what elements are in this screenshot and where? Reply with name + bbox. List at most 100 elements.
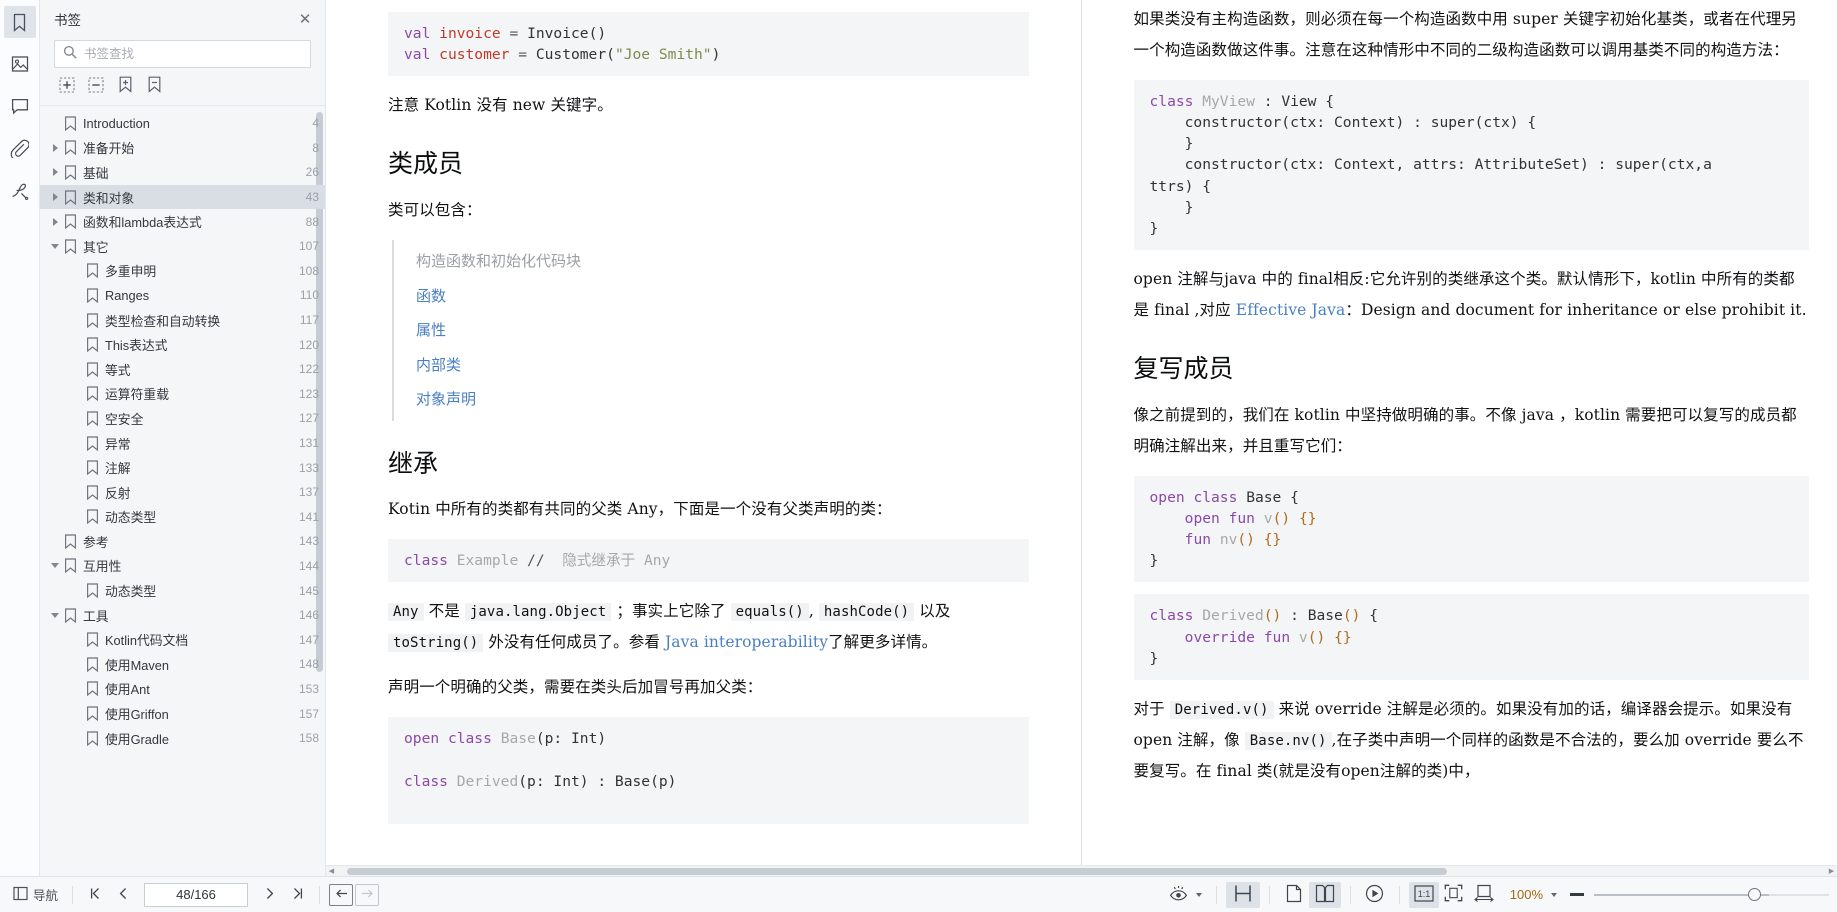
bookmark-item[interactable]: Kotlin代码文档 147 xyxy=(40,627,325,652)
view-mode-button[interactable] xyxy=(1164,882,1207,908)
bookmark-icon xyxy=(84,706,100,722)
add-bookmark-button[interactable] xyxy=(112,76,138,98)
rail-comments-button[interactable] xyxy=(4,90,36,122)
search-input[interactable] xyxy=(84,47,302,61)
para-override-required: 对于 Derived.v() 来说 override 注解是必须的。如果没有加的… xyxy=(1134,694,1810,787)
bookmark-item[interactable]: 其它 107 xyxy=(40,234,325,259)
bookmark-item[interactable]: 动态类型 145 xyxy=(40,578,325,603)
hscroll-thumb[interactable] xyxy=(347,867,1447,875)
bookmark-label: 其它 xyxy=(83,239,109,255)
page-number-input[interactable]: 48/166 xyxy=(144,882,249,907)
page-nav-group: 48/166 xyxy=(82,882,310,908)
actual-size-button[interactable]: 1:1 xyxy=(1408,881,1439,908)
bookmark-item[interactable]: 函数和lambda表达式 88 xyxy=(40,209,325,234)
bookmark-icon xyxy=(84,288,100,303)
scroll-mode-button[interactable] xyxy=(1225,881,1260,908)
fit-page-button[interactable] xyxy=(1439,882,1469,908)
para-declare-superclass: 声明一个明确的父类，需要在类头后加冒号再加父类： xyxy=(388,678,763,697)
rail-bookmarks-button[interactable] xyxy=(3,6,36,38)
class-member-link[interactable]: 属性 xyxy=(416,313,1029,348)
rail-thumbnails-button[interactable] xyxy=(4,48,36,80)
collapse-all-button[interactable] xyxy=(83,76,109,98)
bookmark-item[interactable]: 互用性 144 xyxy=(40,554,325,579)
zoom-out-icon[interactable] xyxy=(1570,893,1584,896)
separator-5 xyxy=(1349,885,1351,904)
bookmark-page-number: 122 xyxy=(298,362,319,377)
class-member-link[interactable]: 内部类 xyxy=(416,348,1029,383)
collapse-all-icon xyxy=(88,76,104,98)
main-band: 书签 ✕ 书签查找 Introduction 4 准备开始 8 基础 26 类和… xyxy=(0,0,1837,876)
bookmark-item[interactable]: 使用Maven 148 xyxy=(40,652,325,677)
bookmark-item[interactable]: 注解 133 xyxy=(40,455,325,480)
bookmark-page-number: 141 xyxy=(298,509,319,524)
bookmark-item[interactable]: 工具 146 xyxy=(40,603,325,628)
bookmark-item[interactable]: Ranges 110 xyxy=(40,283,325,308)
scroll-right-icon[interactable]: ▶ xyxy=(1826,866,1837,877)
two-page-button[interactable] xyxy=(1308,881,1341,908)
expand-all-button[interactable] xyxy=(54,76,80,98)
next-page-button[interactable] xyxy=(256,882,282,908)
bookmark-item[interactable]: 参考 143 xyxy=(40,529,325,554)
bookmark-item[interactable]: This表达式 120 xyxy=(40,332,325,357)
heading-inheritance: 继承 xyxy=(388,448,439,478)
bookmark-item[interactable]: 使用Ant 153 xyxy=(40,677,325,702)
bookmark-item[interactable]: 准备开始 8 xyxy=(40,136,325,161)
bookmark-item[interactable]: 空安全 127 xyxy=(40,406,325,431)
para-open-annotation: open 注解与java 中的 final相反:它允许别的类继承这个类。默认情形… xyxy=(1134,264,1810,326)
bookmark-item[interactable]: 等式 122 xyxy=(40,357,325,382)
zoom-slider-knob[interactable] xyxy=(1748,887,1761,901)
zoom-slider[interactable] xyxy=(1570,887,1829,901)
link-effective-java[interactable]: Effective Java xyxy=(1236,301,1346,319)
rail-signature-button[interactable] xyxy=(4,174,36,206)
link-java-interoperability[interactable]: Java interoperability xyxy=(665,633,828,651)
back-button[interactable] xyxy=(329,883,354,906)
bookmark-page-number: 146 xyxy=(298,608,319,623)
bookmark-item[interactable]: 使用Griffon 157 xyxy=(40,701,325,726)
twisty-closed-icon[interactable] xyxy=(48,143,62,152)
text-nomembers: 外没有任何成员了。参看 xyxy=(488,633,660,652)
forward-button[interactable] xyxy=(355,883,380,906)
scroll-left-icon[interactable]: ◀ xyxy=(326,866,337,877)
zoom-slider-track[interactable] xyxy=(1594,887,1769,901)
bookmark-item[interactable]: 异常 131 xyxy=(40,431,325,456)
single-page-button[interactable] xyxy=(1279,882,1309,908)
back-arrow-icon xyxy=(335,888,348,902)
presentation-button[interactable] xyxy=(1360,882,1390,908)
bookmark-item[interactable]: 反射 137 xyxy=(40,480,325,505)
bookmark-item[interactable]: Introduction 4 xyxy=(40,111,325,136)
close-icon[interactable]: ✕ xyxy=(295,9,315,29)
bookmark-item[interactable]: 运算符重载 123 xyxy=(40,382,325,407)
bookmark-item[interactable]: 类型检查和自动转换 117 xyxy=(40,308,325,333)
zoom-level-button[interactable]: 100% xyxy=(1499,882,1562,908)
horizontal-scrollbar[interactable]: ◀ ▶ xyxy=(326,865,1837,876)
fit-width-button[interactable] xyxy=(1469,882,1499,908)
rail-attachments-button[interactable] xyxy=(4,132,36,164)
bookmark-item[interactable]: 基础 26 xyxy=(40,160,325,185)
bookmarks-search-box[interactable] xyxy=(54,40,311,68)
prev-page-button[interactable] xyxy=(110,882,136,908)
bookmark-page-number: 143 xyxy=(298,534,319,549)
bookmarks-tree[interactable]: Introduction 4 准备开始 8 基础 26 类和对象 43 函数和lambda表达式… xyxy=(40,106,325,876)
hscroll-track[interactable] xyxy=(337,867,1826,875)
twisty-open-icon[interactable] xyxy=(48,563,62,569)
navigation-toggle-button[interactable]: 导航 xyxy=(8,882,63,908)
last-page-button[interactable] xyxy=(284,882,310,908)
twisty-closed-icon[interactable] xyxy=(48,168,62,177)
twisty-closed-icon[interactable] xyxy=(48,217,62,226)
bookmark-item[interactable]: 使用Gradle 158 xyxy=(40,726,325,751)
class-member-link[interactable]: 对象声明 xyxy=(416,382,1029,417)
twisty-open-icon[interactable] xyxy=(48,243,62,249)
bookmark-page-number: 88 xyxy=(305,214,319,229)
twisty-closed-icon[interactable] xyxy=(48,193,62,202)
class-member-link[interactable]: 函数 xyxy=(416,279,1029,314)
code-block-myview: class MyView : View { constructor(ctx: C… xyxy=(1133,80,1809,251)
bookmark-icon xyxy=(62,239,78,254)
first-page-button[interactable] xyxy=(82,882,108,908)
twisty-open-icon[interactable] xyxy=(48,612,62,618)
bookmark-item[interactable]: 动态类型 141 xyxy=(40,505,325,530)
remove-bookmark-button[interactable] xyxy=(141,76,167,98)
bookmark-item[interactable]: 多重申明 108 xyxy=(40,259,325,284)
bookmark-icon xyxy=(84,583,100,599)
page-right: 如果类没有主构造函数，则必须在每一个构造函数中用 super 关键字初始化基类，… xyxy=(1081,0,1837,865)
bookmark-item[interactable]: 类和对象 43 xyxy=(40,184,325,210)
